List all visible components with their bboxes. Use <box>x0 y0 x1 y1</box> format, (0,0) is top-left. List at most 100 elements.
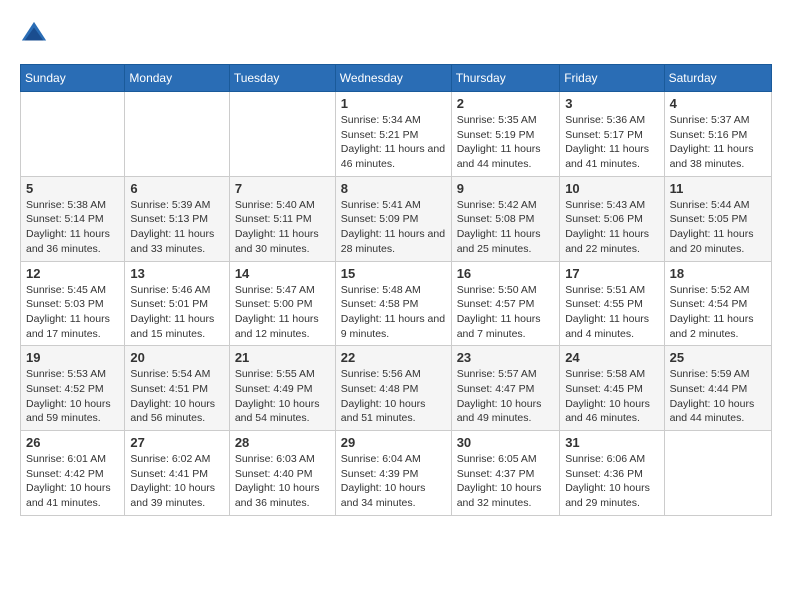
day-info: Sunrise: 6:05 AMSunset: 4:37 PMDaylight:… <box>457 452 554 511</box>
day-info: Sunrise: 6:02 AMSunset: 4:41 PMDaylight:… <box>130 452 223 511</box>
calendar-cell: 5 Sunrise: 5:38 AMSunset: 5:14 PMDayligh… <box>21 176 125 261</box>
calendar-cell: 29 Sunrise: 6:04 AMSunset: 4:39 PMDaylig… <box>335 431 451 516</box>
day-info: Sunrise: 5:39 AMSunset: 5:13 PMDaylight:… <box>130 198 223 257</box>
day-number: 18 <box>670 266 766 281</box>
day-number: 29 <box>341 435 446 450</box>
day-info: Sunrise: 5:50 AMSunset: 4:57 PMDaylight:… <box>457 283 554 342</box>
calendar-cell: 2 Sunrise: 5:35 AMSunset: 5:19 PMDayligh… <box>451 92 559 177</box>
calendar-cell: 18 Sunrise: 5:52 AMSunset: 4:54 PMDaylig… <box>664 261 771 346</box>
weekday-header: Thursday <box>451 65 559 92</box>
calendar-cell: 27 Sunrise: 6:02 AMSunset: 4:41 PMDaylig… <box>125 431 229 516</box>
day-info: Sunrise: 5:55 AMSunset: 4:49 PMDaylight:… <box>235 367 330 426</box>
calendar-cell <box>229 92 335 177</box>
calendar-cell: 6 Sunrise: 5:39 AMSunset: 5:13 PMDayligh… <box>125 176 229 261</box>
day-number: 22 <box>341 350 446 365</box>
calendar-cell: 19 Sunrise: 5:53 AMSunset: 4:52 PMDaylig… <box>21 346 125 431</box>
calendar-cell: 8 Sunrise: 5:41 AMSunset: 5:09 PMDayligh… <box>335 176 451 261</box>
day-number: 3 <box>565 96 658 111</box>
day-number: 19 <box>26 350 119 365</box>
logo <box>20 20 54 48</box>
day-info: Sunrise: 5:35 AMSunset: 5:19 PMDaylight:… <box>457 113 554 172</box>
calendar-cell: 1 Sunrise: 5:34 AMSunset: 5:21 PMDayligh… <box>335 92 451 177</box>
day-number: 23 <box>457 350 554 365</box>
calendar-week-row: 19 Sunrise: 5:53 AMSunset: 4:52 PMDaylig… <box>21 346 772 431</box>
day-number: 12 <box>26 266 119 281</box>
calendar-cell: 25 Sunrise: 5:59 AMSunset: 4:44 PMDaylig… <box>664 346 771 431</box>
logo-icon <box>20 20 48 48</box>
calendar-cell: 16 Sunrise: 5:50 AMSunset: 4:57 PMDaylig… <box>451 261 559 346</box>
weekday-header: Sunday <box>21 65 125 92</box>
day-info: Sunrise: 5:54 AMSunset: 4:51 PMDaylight:… <box>130 367 223 426</box>
calendar-cell: 28 Sunrise: 6:03 AMSunset: 4:40 PMDaylig… <box>229 431 335 516</box>
calendar-week-row: 12 Sunrise: 5:45 AMSunset: 5:03 PMDaylig… <box>21 261 772 346</box>
weekday-header: Tuesday <box>229 65 335 92</box>
day-number: 31 <box>565 435 658 450</box>
calendar-cell: 12 Sunrise: 5:45 AMSunset: 5:03 PMDaylig… <box>21 261 125 346</box>
weekday-header: Friday <box>560 65 664 92</box>
calendar-cell: 7 Sunrise: 5:40 AMSunset: 5:11 PMDayligh… <box>229 176 335 261</box>
day-info: Sunrise: 5:56 AMSunset: 4:48 PMDaylight:… <box>341 367 446 426</box>
day-info: Sunrise: 5:58 AMSunset: 4:45 PMDaylight:… <box>565 367 658 426</box>
day-info: Sunrise: 5:52 AMSunset: 4:54 PMDaylight:… <box>670 283 766 342</box>
calendar-week-row: 26 Sunrise: 6:01 AMSunset: 4:42 PMDaylig… <box>21 431 772 516</box>
calendar-cell: 13 Sunrise: 5:46 AMSunset: 5:01 PMDaylig… <box>125 261 229 346</box>
day-number: 21 <box>235 350 330 365</box>
day-number: 15 <box>341 266 446 281</box>
day-number: 8 <box>341 181 446 196</box>
day-info: Sunrise: 6:01 AMSunset: 4:42 PMDaylight:… <box>26 452 119 511</box>
day-number: 11 <box>670 181 766 196</box>
calendar-cell: 14 Sunrise: 5:47 AMSunset: 5:00 PMDaylig… <box>229 261 335 346</box>
day-number: 16 <box>457 266 554 281</box>
day-info: Sunrise: 5:47 AMSunset: 5:00 PMDaylight:… <box>235 283 330 342</box>
calendar-cell <box>125 92 229 177</box>
day-info: Sunrise: 5:41 AMSunset: 5:09 PMDaylight:… <box>341 198 446 257</box>
day-info: Sunrise: 5:37 AMSunset: 5:16 PMDaylight:… <box>670 113 766 172</box>
day-info: Sunrise: 5:44 AMSunset: 5:05 PMDaylight:… <box>670 198 766 257</box>
weekday-header-row: SundayMondayTuesdayWednesdayThursdayFrid… <box>21 65 772 92</box>
day-number: 6 <box>130 181 223 196</box>
day-info: Sunrise: 6:03 AMSunset: 4:40 PMDaylight:… <box>235 452 330 511</box>
calendar-table: SundayMondayTuesdayWednesdayThursdayFrid… <box>20 64 772 516</box>
day-number: 10 <box>565 181 658 196</box>
day-number: 7 <box>235 181 330 196</box>
day-number: 1 <box>341 96 446 111</box>
calendar-cell <box>664 431 771 516</box>
day-info: Sunrise: 6:04 AMSunset: 4:39 PMDaylight:… <box>341 452 446 511</box>
day-info: Sunrise: 5:48 AMSunset: 4:58 PMDaylight:… <box>341 283 446 342</box>
calendar-cell: 10 Sunrise: 5:43 AMSunset: 5:06 PMDaylig… <box>560 176 664 261</box>
day-number: 26 <box>26 435 119 450</box>
calendar-cell: 11 Sunrise: 5:44 AMSunset: 5:05 PMDaylig… <box>664 176 771 261</box>
weekday-header: Wednesday <box>335 65 451 92</box>
calendar-cell: 9 Sunrise: 5:42 AMSunset: 5:08 PMDayligh… <box>451 176 559 261</box>
day-number: 20 <box>130 350 223 365</box>
day-info: Sunrise: 5:40 AMSunset: 5:11 PMDaylight:… <box>235 198 330 257</box>
calendar-cell: 4 Sunrise: 5:37 AMSunset: 5:16 PMDayligh… <box>664 92 771 177</box>
day-info: Sunrise: 6:06 AMSunset: 4:36 PMDaylight:… <box>565 452 658 511</box>
calendar-cell: 15 Sunrise: 5:48 AMSunset: 4:58 PMDaylig… <box>335 261 451 346</box>
day-info: Sunrise: 5:43 AMSunset: 5:06 PMDaylight:… <box>565 198 658 257</box>
day-info: Sunrise: 5:34 AMSunset: 5:21 PMDaylight:… <box>341 113 446 172</box>
day-info: Sunrise: 5:59 AMSunset: 4:44 PMDaylight:… <box>670 367 766 426</box>
day-number: 30 <box>457 435 554 450</box>
day-info: Sunrise: 5:42 AMSunset: 5:08 PMDaylight:… <box>457 198 554 257</box>
calendar-cell: 31 Sunrise: 6:06 AMSunset: 4:36 PMDaylig… <box>560 431 664 516</box>
calendar-cell: 26 Sunrise: 6:01 AMSunset: 4:42 PMDaylig… <box>21 431 125 516</box>
weekday-header: Monday <box>125 65 229 92</box>
day-number: 13 <box>130 266 223 281</box>
calendar-cell: 20 Sunrise: 5:54 AMSunset: 4:51 PMDaylig… <box>125 346 229 431</box>
day-info: Sunrise: 5:51 AMSunset: 4:55 PMDaylight:… <box>565 283 658 342</box>
day-number: 4 <box>670 96 766 111</box>
day-number: 28 <box>235 435 330 450</box>
day-info: Sunrise: 5:36 AMSunset: 5:17 PMDaylight:… <box>565 113 658 172</box>
day-number: 24 <box>565 350 658 365</box>
day-number: 5 <box>26 181 119 196</box>
day-number: 2 <box>457 96 554 111</box>
day-number: 25 <box>670 350 766 365</box>
calendar-week-row: 5 Sunrise: 5:38 AMSunset: 5:14 PMDayligh… <box>21 176 772 261</box>
day-info: Sunrise: 5:46 AMSunset: 5:01 PMDaylight:… <box>130 283 223 342</box>
day-number: 17 <box>565 266 658 281</box>
calendar-cell: 24 Sunrise: 5:58 AMSunset: 4:45 PMDaylig… <box>560 346 664 431</box>
calendar-cell: 30 Sunrise: 6:05 AMSunset: 4:37 PMDaylig… <box>451 431 559 516</box>
page-header <box>20 20 772 48</box>
calendar-cell: 21 Sunrise: 5:55 AMSunset: 4:49 PMDaylig… <box>229 346 335 431</box>
